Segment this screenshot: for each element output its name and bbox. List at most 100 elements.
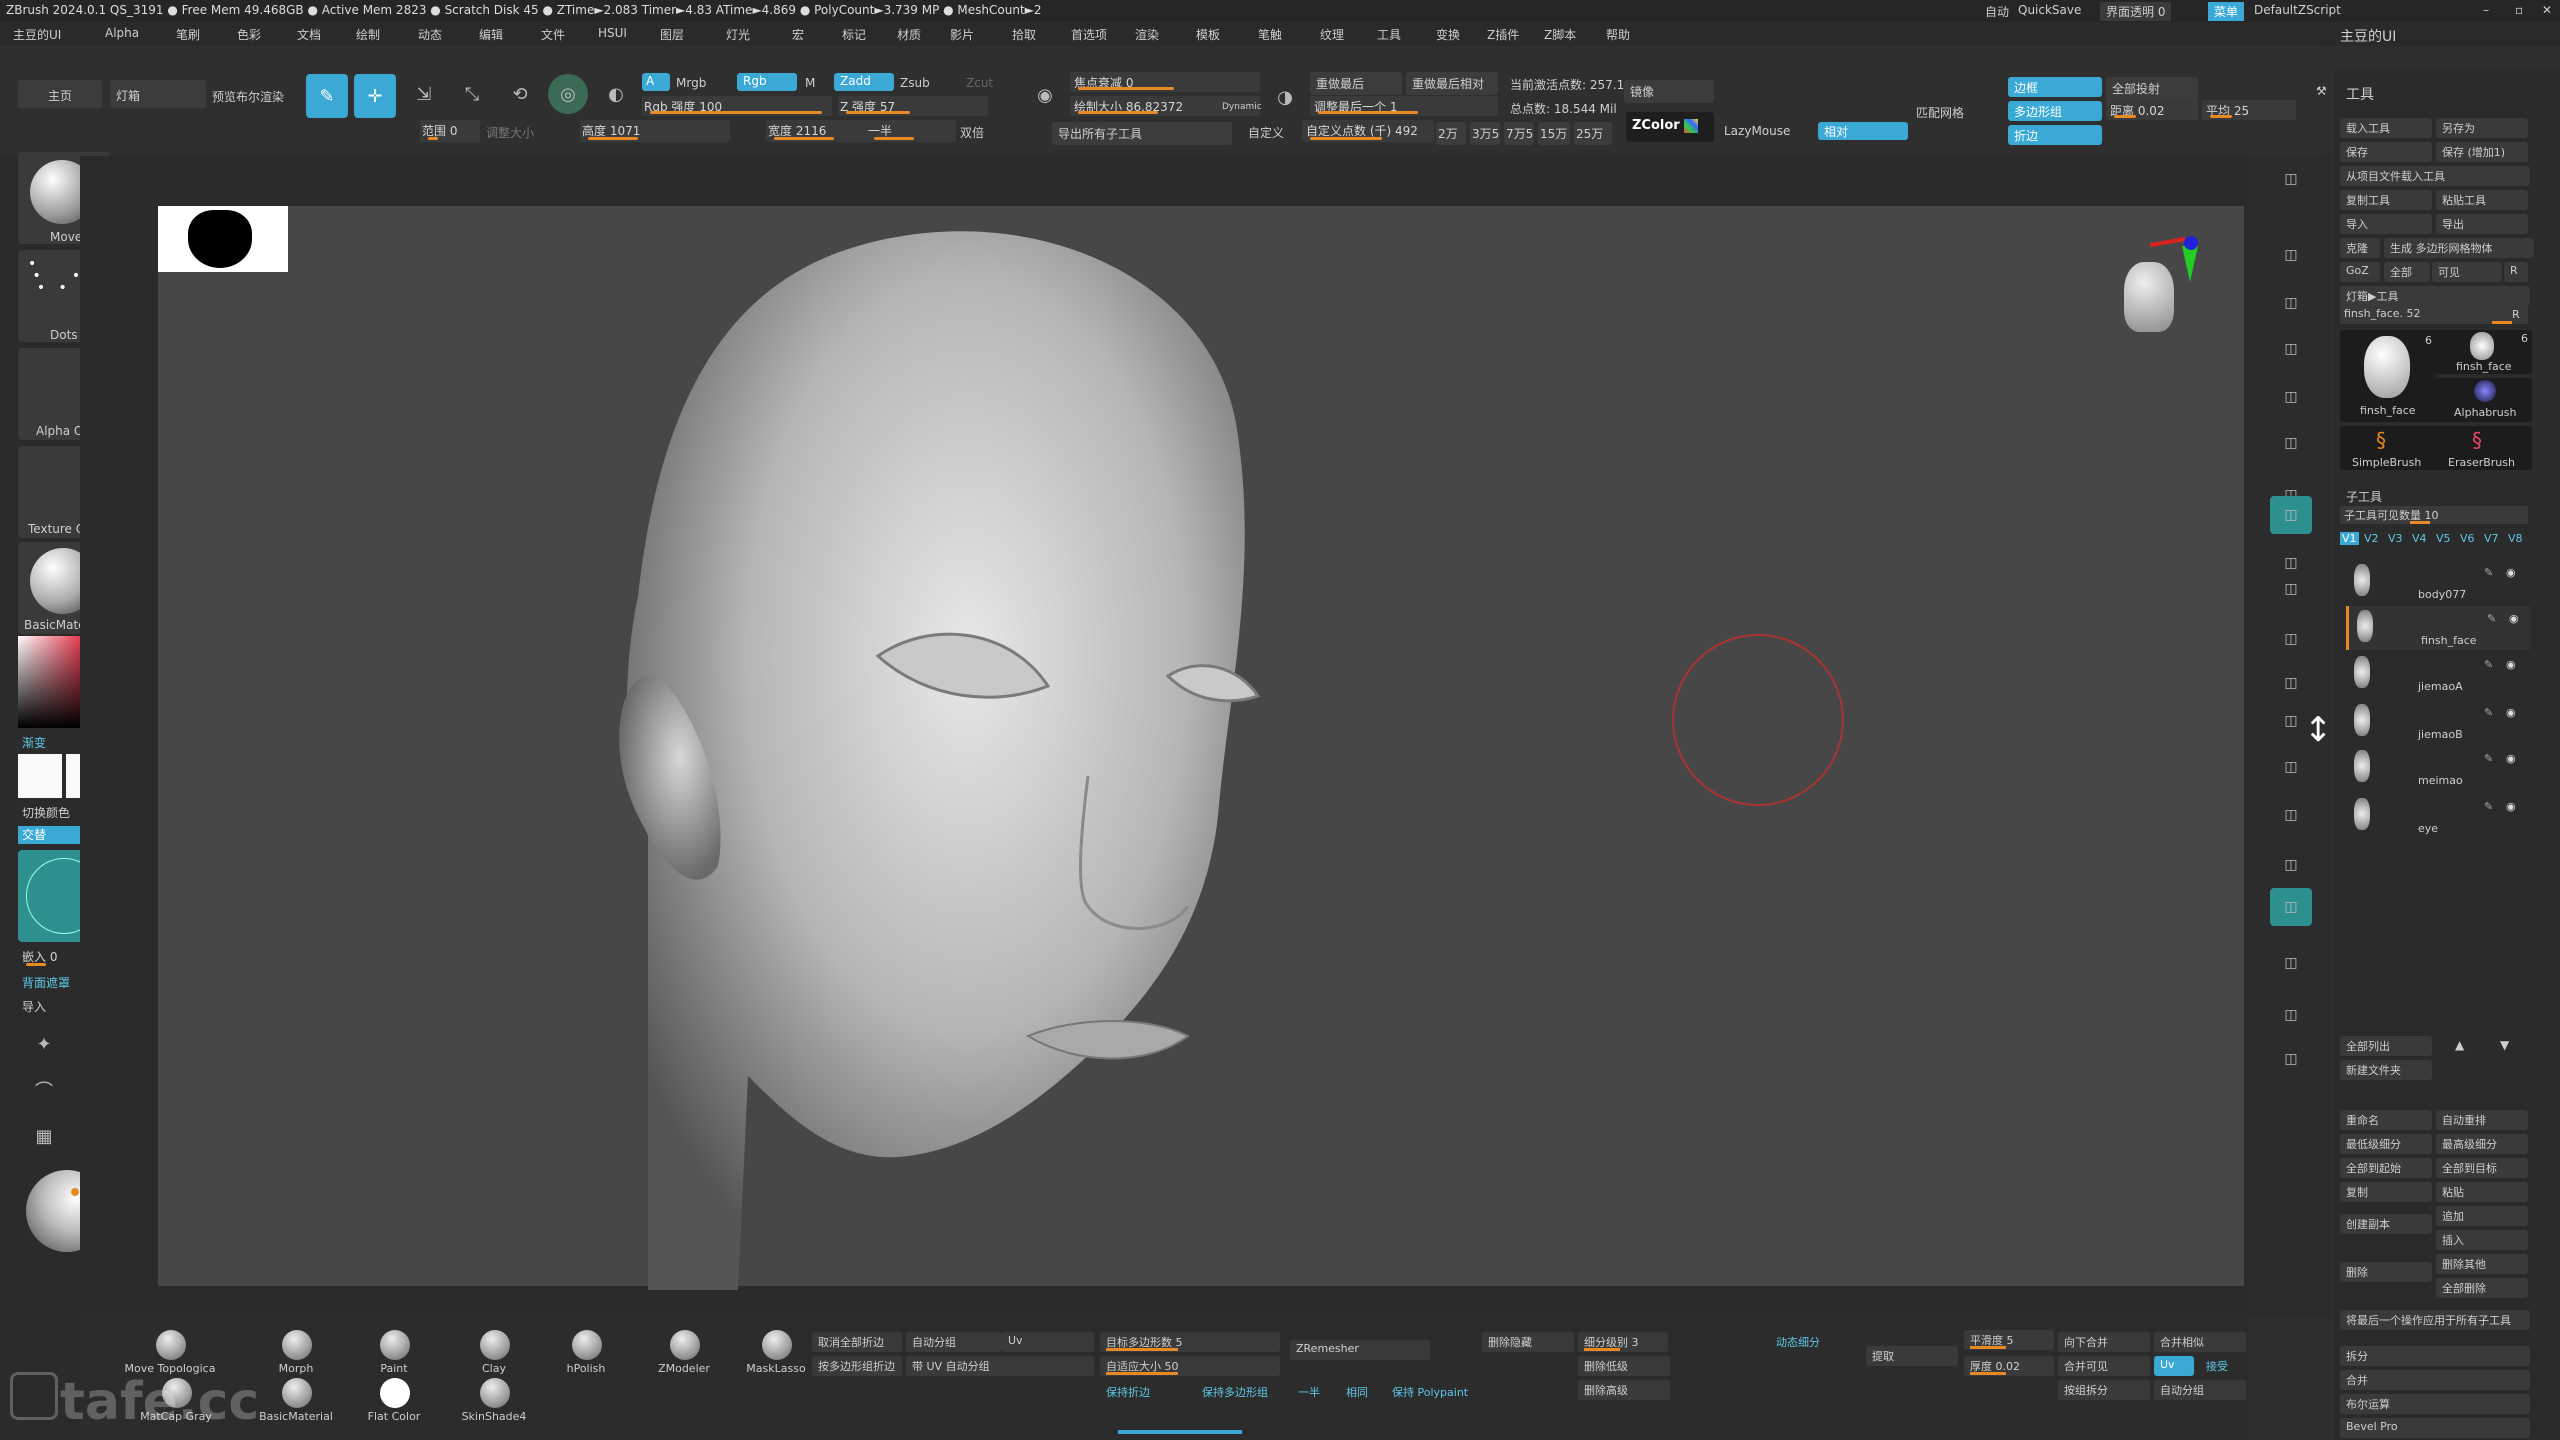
menu-item[interactable]: 灯光 (726, 26, 750, 43)
transp-icon[interactable]: ◫ (2270, 944, 2312, 982)
rgb-intensity-slider[interactable]: Rgb 强度 100 (642, 96, 832, 116)
uv-toggle[interactable]: Uv (2154, 1356, 2194, 1376)
relative-button[interactable]: 相对 (1818, 122, 1908, 140)
ui-transparency[interactable]: 界面透明 0 (2100, 2, 2172, 21)
bottom-polypaint-button[interactable]: 保持 Polypaint (1386, 1382, 1486, 1402)
scroll-icon[interactable]: ◫ (2270, 330, 2312, 368)
menu-item[interactable]: 文档 (297, 26, 321, 43)
dynamic-icon[interactable]: ◫ (2270, 570, 2312, 608)
zoom-icon[interactable]: ◫ (2270, 796, 2312, 834)
zoom2d-icon[interactable]: ◫ (2270, 378, 2312, 416)
minimize-icon[interactable]: – (2483, 3, 2489, 17)
subtool-del-other-button[interactable]: 删除其他 (2436, 1254, 2528, 1274)
tool-save-as-button[interactable]: 另存为 (2436, 118, 2528, 138)
bottom-smooth-button[interactable]: 平滑度 5 (1964, 1330, 2054, 1350)
subtool-bevel-button[interactable]: Bevel Pro (2340, 1418, 2530, 1438)
resize-label[interactable]: 调整大小 (486, 124, 534, 141)
focal-shift-icon[interactable]: ◉ (1030, 80, 1060, 110)
menu-item[interactable]: 影片 (950, 26, 974, 43)
subtool-list-all-button[interactable]: 全部列出 (2340, 1036, 2432, 1056)
tool-thumb-4[interactable]: § SimpleBrush (2340, 426, 2436, 470)
version-tab[interactable]: V1 (2340, 532, 2359, 545)
version-tab[interactable]: V8 (2508, 532, 2523, 545)
lazymouse-button[interactable]: LazyMouse (1724, 124, 1790, 138)
bottom-same-button[interactable]: 相同 (1340, 1382, 1380, 1402)
version-tab[interactable]: V4 (2412, 532, 2427, 545)
zcut-button[interactable]: Zcut (966, 76, 993, 90)
bottom-target-poly-button[interactable]: 目标多边形数 5 (1100, 1332, 1280, 1352)
subtool-boolean-button[interactable]: 布尔运算 (2340, 1394, 2530, 1414)
bottom-del-low-button[interactable]: 删除低级 (1578, 1356, 1670, 1376)
preset-7w5[interactable]: 7万5 (1504, 122, 1534, 145)
subtool-eye-icon[interactable]: ◉ (2506, 752, 2516, 765)
subtool-row[interactable]: jiemaoB ◉ ✎ (2346, 700, 2530, 744)
shelf-brush-slot[interactable]: hPolish (538, 1330, 634, 1376)
bottom-uv-button[interactable]: Uv (1002, 1332, 1094, 1352)
subtool-row[interactable]: finsh_face ◉ ✎ (2346, 606, 2530, 650)
bottom-half-button[interactable]: 一半 (1292, 1382, 1332, 1402)
tool-r-button[interactable]: R (2504, 262, 2528, 282)
subtool-row[interactable]: eye ◉ ✎ (2346, 794, 2530, 838)
sphere-icon[interactable]: ◐ (596, 74, 636, 114)
maximize-icon[interactable]: ▫ (2515, 3, 2523, 17)
version-tab[interactable]: V2 (2364, 532, 2379, 545)
bottom-auto-group-button[interactable]: 自动分组 (2154, 1380, 2246, 1400)
tool-from-proj-button[interactable]: 从项目文件载入工具 (2340, 166, 2530, 186)
dynamic-d-icon[interactable]: ◑ (1270, 82, 1300, 112)
subtool-auto-order-button[interactable]: 自动重排 (2436, 1110, 2528, 1130)
backface-mask-toggle[interactable]: 背面遮罩 (22, 974, 70, 991)
tool-thumb-1[interactable]: 6 finsh_face (2340, 330, 2436, 422)
menu-item[interactable]: 主豆的UI (13, 26, 61, 43)
tool-gen-poly-button[interactable]: 生成 多边形网格物体 (2384, 238, 2534, 258)
menu-item[interactable]: HSUI (598, 26, 627, 40)
preset-25w[interactable]: 25万 (1574, 122, 1612, 145)
tool-save-sub-button[interactable]: 保存 (增加1) (2436, 142, 2528, 162)
menu-item[interactable]: 色彩 (237, 26, 261, 43)
shelf-brush-slot[interactable]: Flat Color (346, 1378, 442, 1424)
bottom-merge-sim-button[interactable]: 合并相似 (2154, 1332, 2246, 1352)
subtool-brush-icon[interactable]: ✎ (2484, 658, 2493, 671)
tool-import-button[interactable]: 导入 (2340, 214, 2432, 234)
menu-item[interactable]: 图层 (660, 26, 684, 43)
range-slider[interactable]: 范围 0 (420, 120, 480, 142)
subtool-create-button[interactable]: 创建副本 (2340, 1214, 2432, 1234)
double-button[interactable]: 双倍 (960, 124, 984, 141)
gizmo-button[interactable]: ◎ (548, 74, 588, 114)
main-color-swatch[interactable] (18, 754, 62, 798)
shelf-brush-slot[interactable]: Paint (346, 1330, 442, 1376)
tool-export-button[interactable]: 导出 (2436, 214, 2528, 234)
left-tool-icon-3[interactable]: ⌒ (24, 1070, 64, 1110)
menu-item[interactable]: 变换 (1436, 26, 1460, 43)
project-all-button[interactable]: 全部投射 (2106, 77, 2198, 100)
menu-item[interactable]: 拾取 (1012, 26, 1036, 43)
subtool-brush-icon[interactable]: ✎ (2487, 612, 2496, 625)
current-tool-slider[interactable]: finsh_face. 52 (2340, 306, 2528, 324)
subtool-eye-icon[interactable]: ◉ (2506, 800, 2516, 813)
menu-item[interactable]: 宏 (792, 26, 804, 43)
move-view-icon[interactable]: ◫ (2270, 284, 2312, 322)
zsub-button[interactable]: Zsub (900, 76, 930, 90)
preset-15w[interactable]: 15万 (1538, 122, 1570, 145)
menu-item[interactable]: Alpha (105, 26, 139, 40)
menu-item[interactable]: 帮助 (1606, 26, 1630, 43)
move-mode-button[interactable]: ⇲ (404, 74, 444, 114)
subtool-del-button[interactable]: 删除 (2340, 1262, 2432, 1282)
bottom-autogroup-button[interactable]: 自动分组 (906, 1332, 1002, 1352)
bottom-dynsub-button[interactable]: 动态细分 (1770, 1332, 1862, 1352)
bottom-split-group-button[interactable]: 按组拆分 (2058, 1380, 2150, 1400)
draw-mode-button[interactable]: ✛ (354, 74, 396, 118)
subtool-row[interactable]: body077 ◉ ✎ (2346, 560, 2530, 604)
subtool-brush-icon[interactable]: ✎ (2484, 706, 2493, 719)
menu-item[interactable]: 笔触 (1258, 26, 1282, 43)
subtool-row[interactable]: meimao ◉ ✎ (2346, 746, 2530, 790)
quicksave-button[interactable]: QuickSave (2018, 3, 2081, 17)
nav-head-gizmo[interactable] (2104, 232, 2204, 352)
redo-last-relative-button[interactable]: 重做最后相对 (1406, 72, 1498, 95)
sub-pixel-icon[interactable]: ◫ (2270, 236, 2312, 274)
subtool-del-all-button[interactable]: 全部删除 (2436, 1278, 2528, 1298)
default-zscript[interactable]: DefaultZScript (2254, 3, 2341, 17)
tool-goz-button[interactable]: GoZ (2340, 262, 2380, 282)
subtool-highest-button[interactable]: 最高级细分 (2436, 1134, 2528, 1154)
shelf-brush-slot[interactable]: BasicMaterial (248, 1378, 344, 1424)
rotate-icon[interactable]: ◫ (2270, 846, 2312, 884)
